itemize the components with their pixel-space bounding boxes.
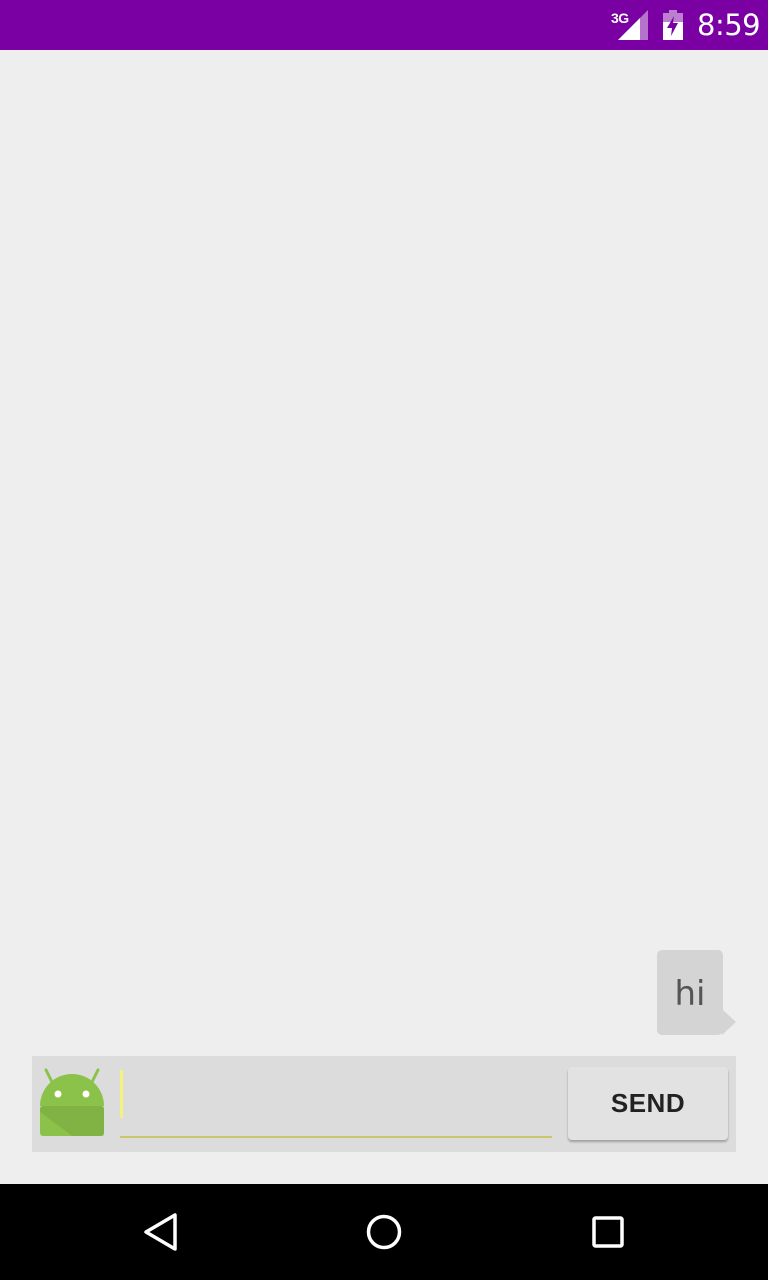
message-bubble-tail — [722, 1009, 736, 1035]
android-robot-icon[interactable] — [38, 1068, 106, 1138]
message-text: hi — [674, 974, 706, 1014]
home-circle-icon[interactable] — [362, 1210, 406, 1254]
message-input[interactable] — [120, 1068, 552, 1138]
back-triangle-icon[interactable] — [139, 1210, 183, 1254]
status-bar: 3G 8:59 — [0, 0, 768, 50]
text-cursor — [120, 1070, 123, 1118]
message-composer: SEND — [32, 1056, 736, 1152]
signal-icon — [618, 10, 648, 40]
recents-square-icon[interactable] — [586, 1210, 630, 1254]
send-button[interactable]: SEND — [568, 1067, 728, 1140]
battery-charging-icon — [663, 10, 683, 40]
clock: 8:59 — [697, 8, 761, 42]
message-bubble-sent[interactable]: hi — [657, 950, 723, 1035]
chat-messages-area[interactable]: hi — [0, 50, 768, 1050]
system-navigation-bar — [0, 1184, 768, 1280]
